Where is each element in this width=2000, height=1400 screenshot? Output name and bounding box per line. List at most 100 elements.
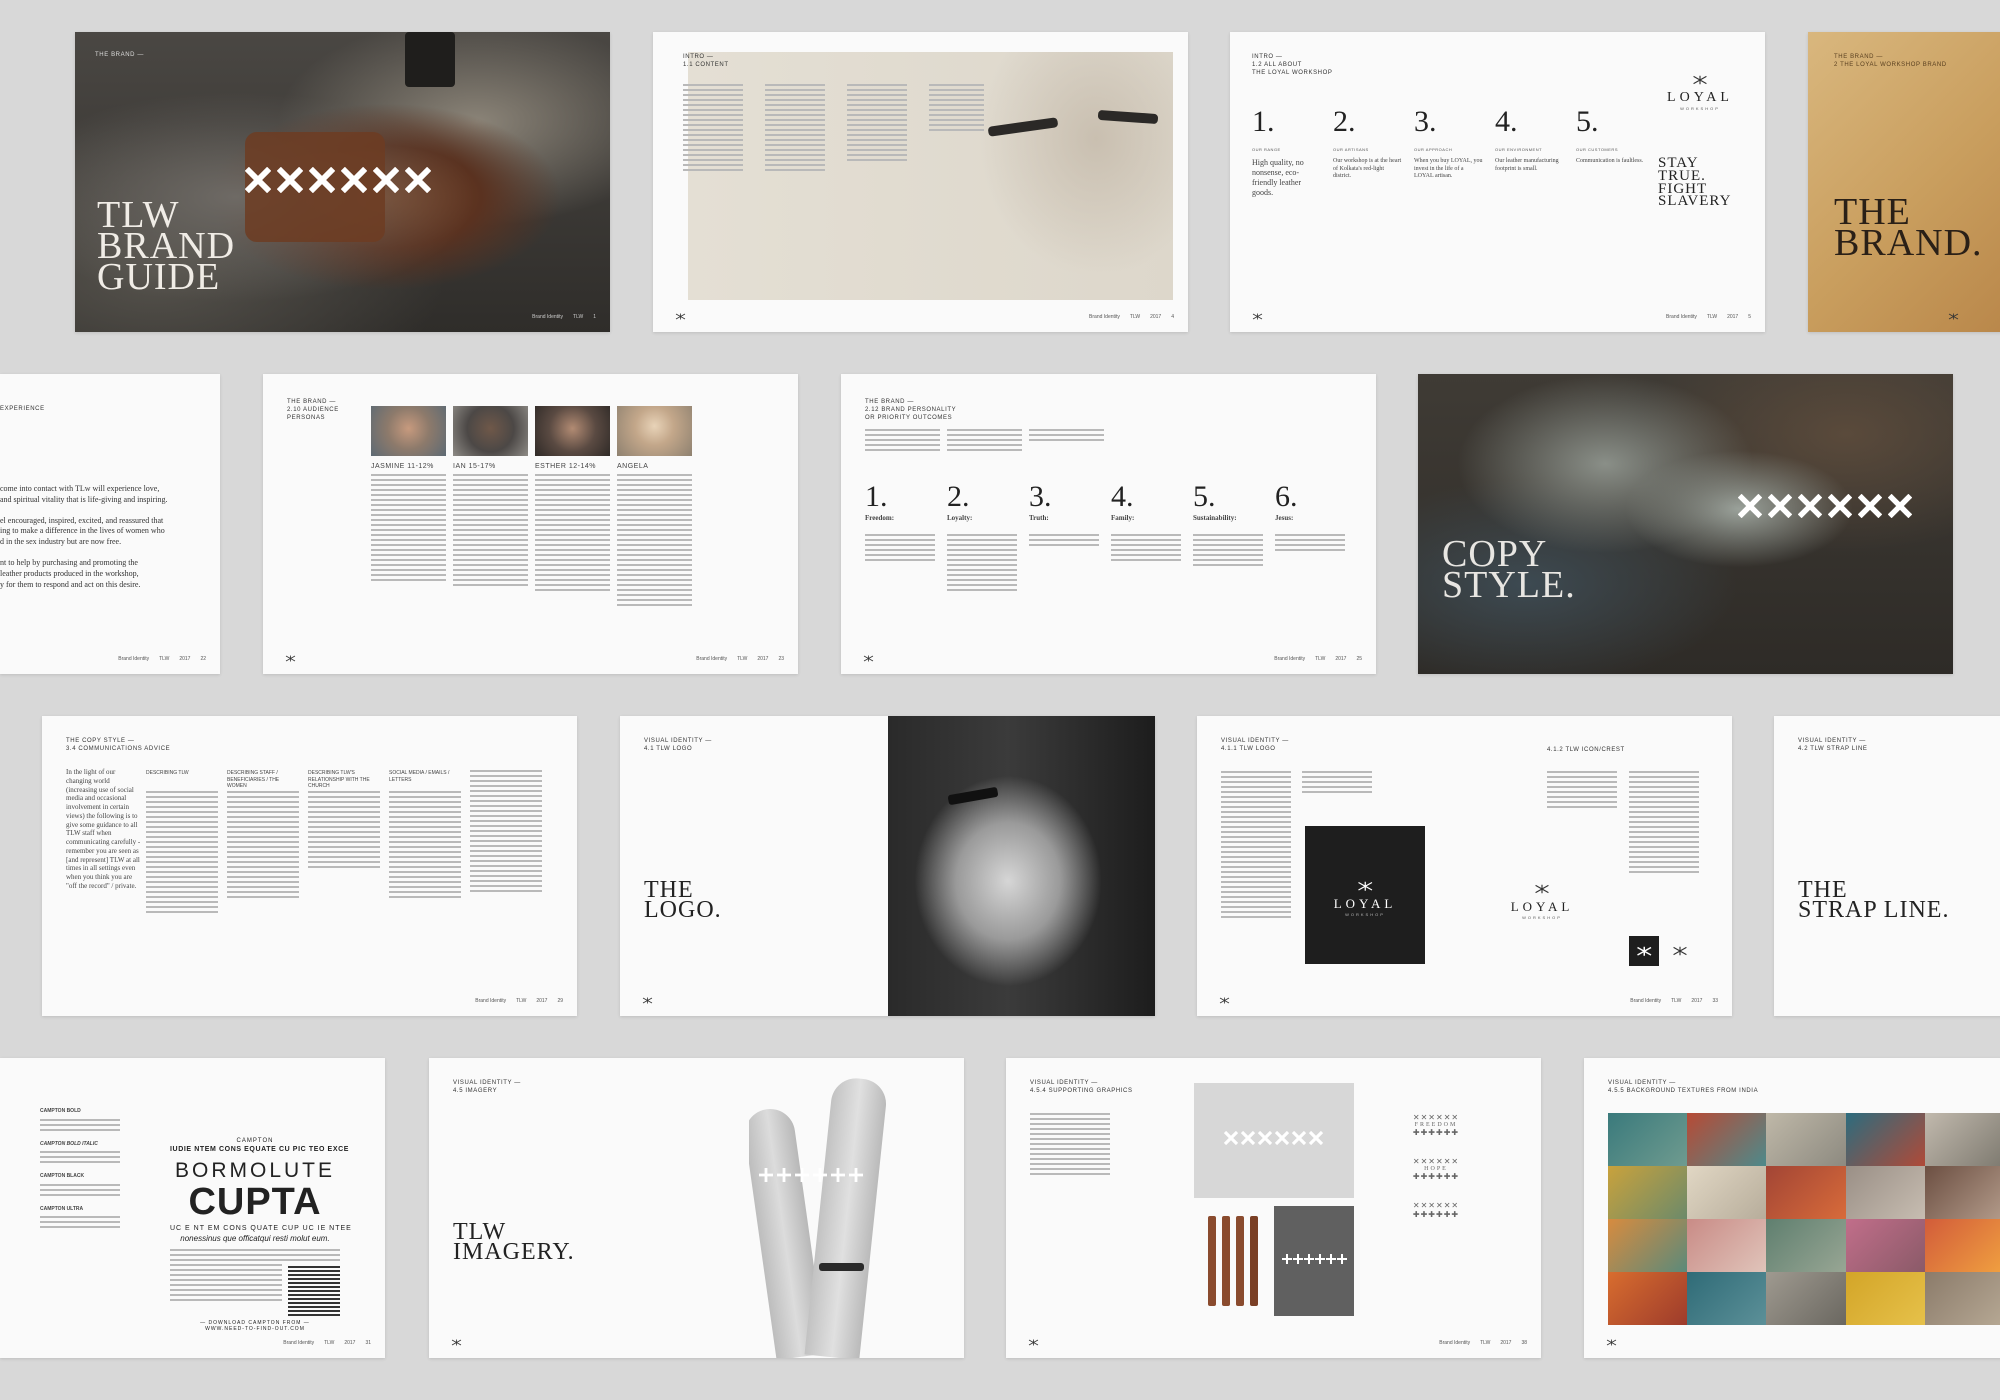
specimen-glyph-block: [288, 1264, 340, 1316]
contents-list: [765, 84, 825, 174]
page-footer: Brand Identity TLW 2017 4: [1079, 314, 1174, 320]
section-heading: 2.10 AUDIENCE: [287, 406, 339, 413]
cross-mark-icon: [1798, 494, 1822, 518]
spread-logo[interactable]: VISUAL IDENTITY — 4.1 TLW LOGO THE LOGO.: [620, 716, 1155, 1016]
logo-sub: WORKSHOP: [1345, 912, 1385, 917]
column-heading: DESCRIBING TLW: [146, 770, 189, 776]
text-line: y for them to respond and act on this de…: [0, 579, 141, 589]
comms-text: [389, 791, 461, 901]
footer-text: TLW: [159, 656, 170, 662]
section-label: VISUAL IDENTITY — 4.1.1 TLW LOGO: [1221, 738, 1289, 754]
spread-personality[interactable]: THE BRAND — 2.12 BRAND PERSONALITY OR PR…: [841, 374, 1376, 674]
footer-text: 38: [1521, 1340, 1527, 1346]
section-label: INTRO — 1.1 CONTENT: [683, 54, 729, 70]
logo-word: LOYAL: [1333, 896, 1397, 911]
logo-sub: WORKSHOP: [1680, 106, 1720, 111]
texture-grid: [1608, 1113, 2000, 1325]
spread-the-brand[interactable]: THE BRAND — 2 THE LOYAL WORKSHOP BRAND T…: [1808, 32, 2000, 332]
page-title: COPY STYLE.: [1442, 535, 1576, 604]
persona-photo: [371, 406, 446, 456]
persona-label: JASMINE: [371, 463, 405, 470]
footer-text: 31: [365, 1340, 371, 1346]
section-heading: 2 THE LOYAL WORKSHOP BRAND: [1834, 61, 1947, 68]
page-footer: Brand Identity TLW 2017 33: [1620, 998, 1718, 1004]
spread-comms[interactable]: THE COPY STYLE — 3.4 COMMUNICATIONS ADVI…: [42, 716, 577, 1016]
footer-text: Brand Identity: [1630, 998, 1662, 1004]
section-heading: OR PRIORITY OUTCOMES: [865, 414, 953, 421]
cover-cross-marks: [245, 167, 431, 193]
tlw-logo-mark-icon: [1219, 997, 1230, 1004]
spread-graphics[interactable]: VISUAL IDENTITY — 4.5.4 SUPPORTING GRAPH…: [1006, 1058, 1541, 1358]
column-heading: OUR APPROACH: [1414, 147, 1453, 152]
footer-text: 29: [557, 998, 563, 1004]
texture-tile: [1845, 1113, 1925, 1166]
footer-text: 2017: [1691, 998, 1703, 1004]
font-sample: [40, 1183, 120, 1196]
font-sample: [40, 1151, 120, 1163]
cross-mark-icon: [1275, 1131, 1289, 1145]
texture-tile: [1687, 1166, 1767, 1219]
column-heading: OUR ARTISANS: [1333, 147, 1369, 152]
crest-text: [1629, 771, 1699, 876]
download-link[interactable]: WWW.NEED-TO-FIND-OUT.COM: [170, 1326, 340, 1332]
section-label: THE COPY STYLE — 3.4 COMMUNICATIONS ADVI…: [66, 738, 170, 754]
persona-photo: [453, 406, 528, 456]
section-label: VISUAL IDENTITY — 4.2 TLW STRAP LINE: [1798, 738, 1868, 754]
page-footer: Brand Identity TLW 2017 29: [465, 998, 563, 1004]
footer-text: Brand Identity: [475, 998, 507, 1004]
texture-tile: [1924, 1113, 2000, 1166]
spread-imagery[interactable]: VISUAL IDENTITY — 4.5 IMAGERY TLW IMAGER…: [429, 1058, 964, 1358]
section-label: VISUAL IDENTITY — 4.1 TLW LOGO: [644, 738, 712, 754]
spread-personas[interactable]: THE BRAND — 2.10 AUDIENCE PERSONAS JASMI…: [263, 374, 798, 674]
spread-iconcrest[interactable]: VISUAL IDENTITY — 4.1.1 TLW LOGO 4.1.2 T…: [1197, 716, 1732, 1016]
column-number: 1.: [1252, 105, 1275, 138]
page-footer: Brand Identity TLW 2017 38: [1429, 1340, 1527, 1346]
text-line: el encouraged, inspired, excited, and re…: [0, 515, 164, 525]
specimen-italic: nonessinus que officatqui resti molut eu…: [180, 1234, 330, 1243]
cross-mark-icon: [277, 167, 303, 193]
spread-contents[interactable]: INTRO — 1.1 CONTENT Brand Identity TLW 201…: [653, 32, 1188, 332]
texture-tile: [1924, 1166, 2000, 1219]
footer-text: 2017: [1727, 314, 1739, 320]
section-heading: 4.2 TLW STRAP LINE: [1798, 745, 1868, 752]
texture-tile: [1924, 1219, 2000, 1272]
column-heading: OUR ENVIRONMENT: [1495, 147, 1543, 152]
spread-strapline[interactable]: VISUAL IDENTITY — 4.2 TLW STRAP LINE THE…: [1774, 716, 2000, 1016]
spread-type[interactable]: CAMPTON BOLD CAMPTON BOLD ITALIC CAMPTON…: [0, 1058, 385, 1358]
column-number: 5.: [1576, 105, 1599, 138]
title-line: STRAP LINE.: [1798, 896, 1950, 923]
page-title: THE STRAP LINE.: [1798, 878, 1950, 923]
page-footer: Brand Identity TLW 2017 25: [1264, 656, 1362, 662]
tlw-logo-mark-icon: [451, 1339, 462, 1346]
plus-mark-icon: [777, 1168, 791, 1182]
specimen-heading: CUPTA: [188, 1181, 322, 1223]
plus-mark-icon: [1282, 1254, 1292, 1264]
spread-workshop[interactable]: INTRO — 1.2 ALL ABOUT THE LOYAL WORKSHOP…: [1230, 32, 1765, 332]
spread-cover[interactable]: THE BRAND — TLW BRAND GUIDE Brand Identi…: [75, 32, 610, 332]
cross-mark-icon: [1241, 1131, 1255, 1145]
tlw-logo-mark-icon: [1606, 1339, 1617, 1346]
column-number: 3.: [1414, 105, 1437, 138]
crest-dark: [1629, 936, 1659, 966]
plus-mark-icon: [1315, 1254, 1325, 1264]
value-text: [947, 534, 1017, 594]
tagline: STAY TRUE. FIGHT SLAVERY: [1658, 156, 1731, 209]
spread-copy-style[interactable]: COPY STYLE.: [1418, 374, 1953, 674]
persona-text: [617, 474, 692, 609]
plus-mark-icon: [1326, 1254, 1336, 1264]
spread-textures[interactable]: VISUAL IDENTITY — 4.5.5 BACKGROUND TEXTU…: [1584, 1058, 2000, 1358]
spread-experience[interactable]: EXPERIENCE come into contact with TLw wi…: [0, 374, 220, 674]
logo-light: LOYAL WORKSHOP: [1502, 881, 1582, 920]
footer-text: Brand Identity: [696, 656, 728, 662]
font-weight-label: CAMPTON ULTRA: [40, 1205, 84, 1212]
tlw-logo-mark-icon: [1358, 881, 1373, 891]
experience-text: come into contact with TLw will experien…: [0, 484, 168, 590]
cross-mark-icon: [1292, 1131, 1306, 1145]
footer-text: 2017: [344, 1340, 356, 1346]
section-kicker: THE BRAND —: [287, 399, 336, 405]
section-heading: 4.1 TLW LOGO: [644, 745, 693, 752]
graphics-text: [1030, 1113, 1110, 1178]
cross-mark-icon: [1858, 494, 1882, 518]
texture-tile: [1766, 1166, 1846, 1219]
footer-text: Brand Identity: [1439, 1340, 1471, 1346]
